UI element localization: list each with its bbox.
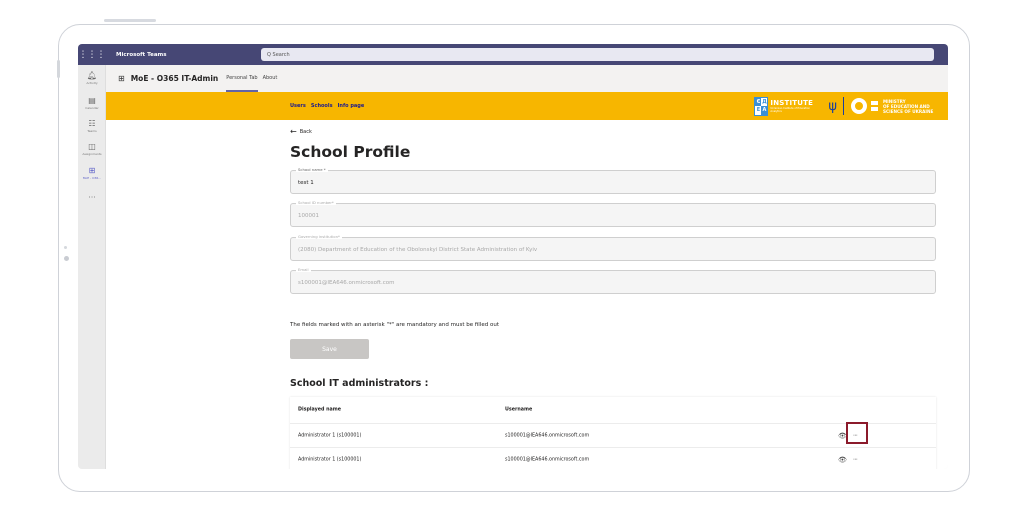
- teams-title-bar: ⋮⋮⋮ Microsoft Teams Q Search: [78, 44, 948, 65]
- field-label: School name *: [296, 167, 328, 172]
- iea-logo-letter: Д: [761, 97, 768, 106]
- back-button[interactable]: ← Back: [290, 127, 312, 136]
- tablet-side-button: [57, 60, 60, 78]
- tab-about[interactable]: About: [263, 65, 278, 92]
- column-header-displayed-name: Displayed name: [298, 407, 342, 413]
- eye-icon[interactable]: 👁︎: [838, 456, 847, 464]
- trident-icon: ψ: [828, 98, 837, 114]
- field-label: Email: [296, 267, 311, 272]
- nav-link-schools[interactable]: Schools: [311, 103, 333, 109]
- calendar-icon: ▤: [88, 96, 96, 105]
- app-title: MoE - O365 IT-Admin: [130, 74, 219, 83]
- email-field: Email s100001@IEA646.onmicrosoft.com: [290, 267, 936, 294]
- top-banner: Users Schools Info page Є Д Е А INSTITUT…: [106, 92, 948, 120]
- page-title: School Profile: [290, 143, 411, 161]
- nav-link-info-page[interactable]: Info page: [338, 103, 365, 109]
- app-name: Microsoft Teams: [116, 51, 167, 58]
- admin-username: s100001@IEA646.onmicrosoft.com: [505, 457, 590, 462]
- field-label: School ID number*: [296, 200, 336, 205]
- ministry-name: MINISTRY OF EDUCATION AND SCIENCE OF UKR…: [883, 99, 943, 114]
- rail-item-label: Teams: [87, 129, 97, 133]
- nav-link-users[interactable]: Users: [290, 103, 306, 109]
- school-id-field: School ID number* 100001: [290, 200, 936, 227]
- admin-display-name: Administrator 1 (s100001): [298, 457, 362, 462]
- rail-item-teams[interactable]: ☷ Teams: [78, 119, 106, 133]
- teams-window: ⋮⋮⋮ Microsoft Teams Q Search 🔔︎ Activity…: [78, 44, 948, 469]
- admin-display-name: Administrator 1 (s100001): [298, 433, 362, 438]
- highlight-box: [846, 422, 868, 444]
- logo-divider: [843, 97, 844, 115]
- mon-logo-icon: [851, 98, 867, 114]
- save-button[interactable]: Save: [290, 339, 369, 359]
- field-value: test 1: [298, 180, 314, 186]
- rail-item-assignments[interactable]: ◫ Assignments: [78, 142, 106, 156]
- iea-logo-text: INSTITUTE Ukrainian Institute of Educati…: [770, 99, 814, 113]
- rail-item-label: MoE - O36...: [82, 176, 102, 180]
- iea-subtitle: Ukrainian Institute of Education Analyti…: [770, 107, 810, 113]
- mon-logo-dash-icon: [871, 101, 878, 111]
- table-row: Administrator 1 (s100001) s100001@IEA646…: [290, 424, 936, 448]
- app-tab-bar: ⊞ MoE - O365 IT-Admin Personal Tab About: [106, 65, 948, 92]
- rail-item-calendar[interactable]: ▤ Calendar: [78, 96, 106, 110]
- app-rail: 🔔︎ Activity ▤ Calendar ☷ Teams ◫ Assignm…: [78, 65, 106, 469]
- banner-nav: Users Schools Info page: [290, 103, 364, 109]
- tab-personal[interactable]: Personal Tab: [226, 65, 258, 92]
- teams-icon: ☷: [88, 119, 96, 128]
- tablet-frame-edge: [104, 19, 156, 22]
- admins-section-title: School IT administrators :: [290, 378, 429, 389]
- field-label: Governing institution*: [296, 234, 342, 239]
- partner-logos: Є Д Е А INSTITUTE Ukrainian Institute of…: [754, 95, 943, 117]
- school-name-field[interactable]: School name * test 1: [290, 167, 936, 194]
- tablet-sensor: [64, 246, 67, 249]
- mandatory-note: The fields marked with an asterisk "*" a…: [290, 322, 499, 328]
- app-icon: ⊞: [118, 74, 125, 83]
- rail-item-label: Assignments: [82, 152, 102, 156]
- back-label: Back: [299, 128, 312, 135]
- field-value: (2080) Department of Education of the Ob…: [298, 247, 538, 253]
- more-apps-icon[interactable]: ···: [78, 193, 106, 202]
- tablet-camera: [64, 256, 69, 261]
- table-row: Administrator 1 (s100001) s100001@IEA646…: [290, 448, 936, 469]
- field-value: 100001: [298, 213, 319, 219]
- rail-item-label: Activity: [86, 81, 98, 85]
- column-header-username: Username: [505, 407, 533, 413]
- app-icon: ⊞: [88, 166, 96, 175]
- rail-item-moe-app[interactable]: ⊞ MoE - O36...: [78, 166, 106, 180]
- iea-logo-letter: А: [761, 106, 768, 115]
- app-content: Users Schools Info page Є Д Е А INSTITUT…: [106, 92, 948, 469]
- bell-icon: 🔔︎: [86, 71, 98, 80]
- more-options-icon[interactable]: ···: [853, 456, 858, 463]
- admin-username: s100001@IEA646.onmicrosoft.com: [505, 433, 590, 438]
- iea-logo: Є Д Е А: [754, 96, 769, 116]
- iea-title: INSTITUTE: [770, 99, 814, 107]
- admins-table: Displayed name Username Administrator 1 …: [290, 397, 936, 469]
- ministry-line: SCIENCE OF UKRAINE: [883, 108, 934, 114]
- arrow-left-icon: ←: [290, 127, 297, 136]
- governing-institution-field: Governing institution* (2080) Department…: [290, 234, 936, 261]
- rail-item-label: Calendar: [85, 106, 99, 110]
- table-header-row: Displayed name Username: [290, 397, 936, 424]
- rail-item-activity[interactable]: 🔔︎ Activity: [78, 71, 106, 85]
- app-launcher-icon[interactable]: ⋮⋮⋮: [78, 44, 106, 65]
- assignments-icon: ◫: [88, 142, 96, 151]
- field-value: s100001@IEA646.onmicrosoft.com: [298, 280, 395, 286]
- search-input[interactable]: Q Search: [261, 48, 934, 61]
